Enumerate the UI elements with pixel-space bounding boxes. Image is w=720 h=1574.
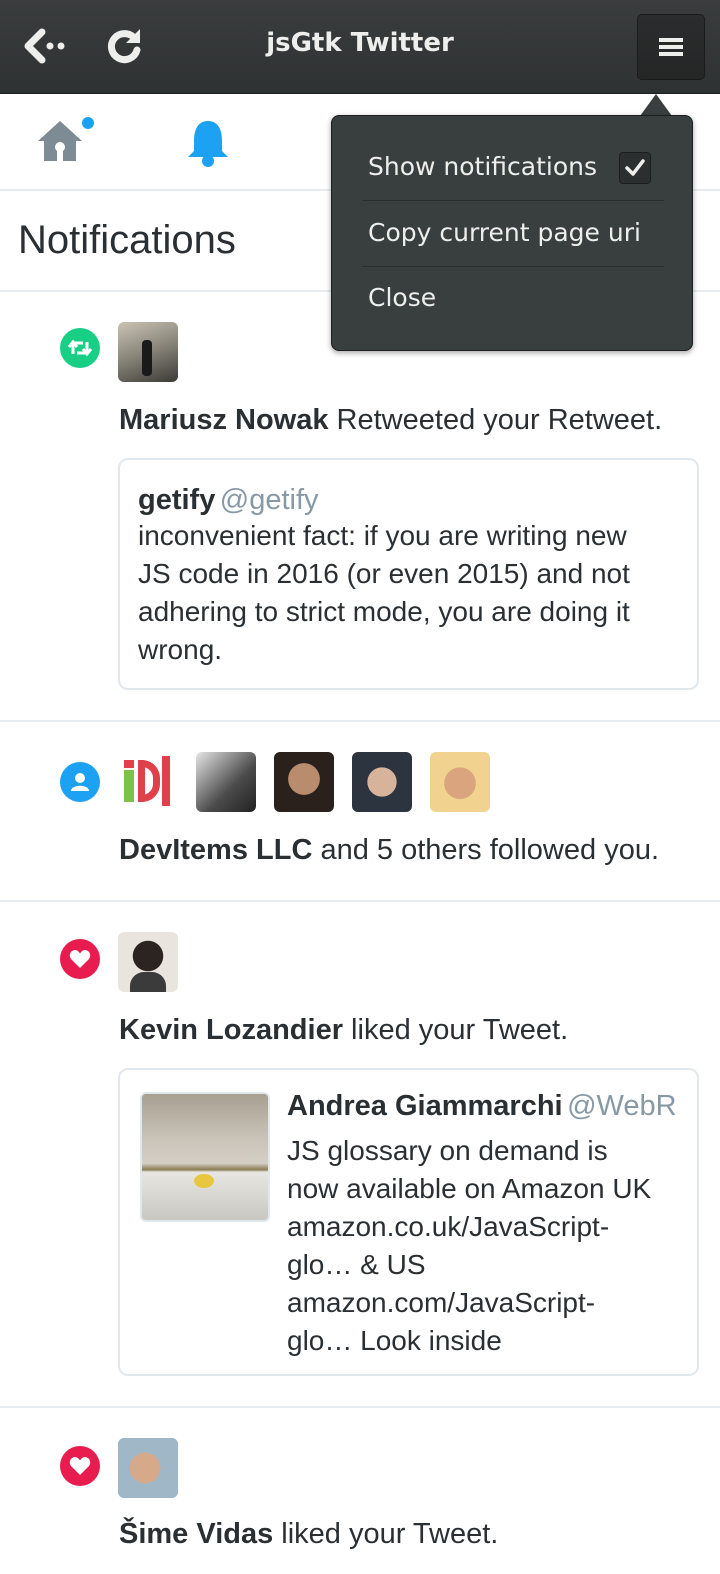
actor-name[interactable]: Kevin Lozandier xyxy=(119,1014,343,1046)
actor-name[interactable]: Šime Vidas xyxy=(119,1518,273,1550)
show-notifications-checkbox[interactable] xyxy=(619,152,651,184)
page-title: Notifications xyxy=(18,218,236,262)
home-icon xyxy=(38,117,94,161)
actor-name[interactable]: Mariusz Nowak xyxy=(119,404,329,436)
avatar[interactable] xyxy=(118,932,178,992)
person-icon xyxy=(60,762,100,802)
notification-text: Kevin Lozandier liked your Tweet. xyxy=(119,1014,568,1047)
avatar[interactable] xyxy=(274,752,334,812)
notification-text: DevItems LLC and 5 others followed you. xyxy=(119,834,659,867)
popover-arrow xyxy=(640,94,672,116)
avatar[interactable] xyxy=(352,752,412,812)
notification-text: Mariusz Nowak Retweeted your Retweet. xyxy=(119,404,662,437)
avatar[interactable] xyxy=(196,752,256,812)
notification-text: Šime Vidas liked your Tweet. xyxy=(119,1518,498,1551)
menu-separator xyxy=(362,266,664,267)
menu-item-close[interactable]: Close xyxy=(368,283,436,312)
avatar[interactable] xyxy=(118,752,178,812)
tweet-author-name: getify xyxy=(138,484,216,516)
notification-item[interactable]: Mariusz Nowak Retweeted your Retweet. ge… xyxy=(0,294,720,722)
app-menu-popover: Show notifications Copy current page uri… xyxy=(331,115,693,351)
notification-action: liked your Tweet. xyxy=(273,1518,499,1550)
retweet-icon xyxy=(60,328,100,368)
notification-item[interactable]: Šime Vidas liked your Tweet. xyxy=(0,1410,720,1574)
notification-action: liked your Tweet. xyxy=(343,1014,569,1046)
tab-home[interactable] xyxy=(30,115,100,171)
tab-notifications[interactable] xyxy=(180,115,240,171)
notification-action: and 5 others followed you. xyxy=(312,834,660,866)
checkmark-icon xyxy=(625,159,645,176)
menu-item-show-notifications[interactable]: Show notifications xyxy=(368,152,597,181)
actor-name[interactable]: DevItems LLC xyxy=(119,834,312,866)
avatar[interactable] xyxy=(118,322,178,382)
avatar[interactable] xyxy=(118,1438,178,1498)
tweet-author-name: Andrea Giammarchi xyxy=(287,1090,563,1122)
menu-button[interactable] xyxy=(637,14,705,80)
tweet-author-handle: @WebR xyxy=(567,1090,677,1122)
notification-action: Retweeted your Retweet. xyxy=(328,404,663,436)
notification-item[interactable]: Kevin Lozandier liked your Tweet. Andrea… xyxy=(0,904,720,1408)
tweet-text: JS glossary on demand is now available o… xyxy=(287,1135,652,1356)
tweet-card[interactable]: getify @getify inconvenient fact: if you… xyxy=(118,458,699,690)
menu-item-copy-uri[interactable]: Copy current page uri xyxy=(368,218,641,247)
bell-icon xyxy=(188,121,228,167)
heart-icon xyxy=(60,939,100,979)
window-title: jsGtk Twitter xyxy=(266,28,454,58)
heart-icon xyxy=(60,1446,100,1486)
header-bar: jsGtk Twitter xyxy=(0,0,720,94)
tweet-card[interactable]: Andrea Giammarchi @WebR JS glossary on d… xyxy=(118,1068,699,1376)
notification-item[interactable]: DevItems LLC and 5 others followed you. xyxy=(0,724,720,902)
tweet-text: inconvenient fact: if you are writing ne… xyxy=(138,520,630,665)
tweet-author-handle: @getify xyxy=(219,484,319,516)
avatar[interactable] xyxy=(430,752,490,812)
hamburger-menu-icon xyxy=(659,38,683,56)
tweet-media-thumbnail[interactable] xyxy=(140,1092,270,1222)
menu-separator xyxy=(362,200,664,201)
